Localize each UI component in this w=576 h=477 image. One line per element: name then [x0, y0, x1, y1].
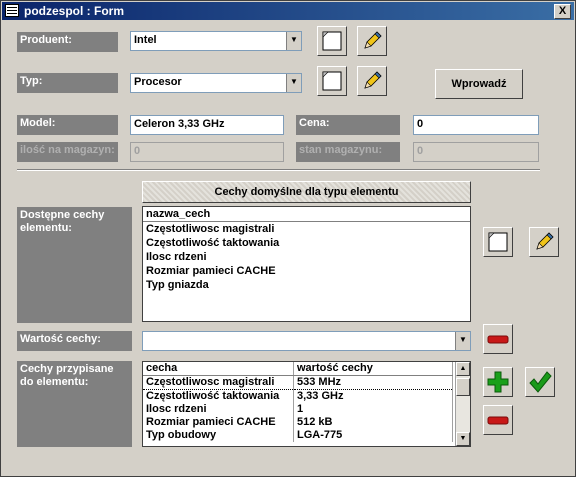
enter-button[interactable]: Wprowadź — [435, 69, 523, 99]
table-row[interactable]: Ilosc rdzeni 1 — [143, 403, 453, 416]
type-label: Typ: — [17, 73, 118, 93]
chevron-down-icon[interactable]: ▼ — [286, 74, 301, 92]
type-edit-button[interactable] — [357, 66, 387, 96]
model-field[interactable]: Celeron 3,33 GHz — [130, 115, 284, 135]
close-button[interactable]: X — [554, 4, 571, 19]
checkmark-icon — [529, 371, 552, 393]
column-header-feature[interactable]: cecha — [143, 362, 294, 376]
minus-icon — [487, 335, 509, 344]
table-cell[interactable]: 533 MHz — [293, 375, 453, 390]
table-cell[interactable]: Typ obudowy — [143, 429, 294, 442]
window-title: podzespol : Form — [24, 4, 124, 18]
table-cell[interactable]: 3,33 GHz — [293, 389, 453, 403]
scroll-down-icon[interactable]: ▼ — [456, 432, 470, 446]
remove-value-button[interactable] — [483, 324, 513, 354]
new-record-icon — [322, 71, 342, 91]
table-cell[interactable]: 1 — [293, 403, 453, 416]
title-bar: podzespol : Form X — [2, 2, 574, 20]
model-label: Model: — [17, 115, 118, 135]
edit-pencil-icon — [364, 71, 382, 89]
table-row[interactable]: Typ obudowy LGA-775 — [143, 429, 453, 442]
confirm-button[interactable] — [525, 367, 555, 397]
new-record-icon — [322, 31, 342, 51]
table-cell[interactable]: Częstotliwosc magistrali — [143, 375, 294, 390]
available-features-header: nazwa_cech — [143, 207, 470, 222]
remove-feature-button[interactable] — [483, 405, 513, 435]
edit-pencil-icon — [364, 31, 382, 49]
table-cell[interactable]: LGA-775 — [293, 429, 453, 442]
feature-edit-button[interactable] — [529, 227, 559, 257]
form-window: podzespol : Form X Produent: Intel ▼ Typ… — [0, 0, 576, 477]
plus-icon — [487, 371, 509, 393]
table-row[interactable]: Częstotliwość taktowania 3,33 GHz — [143, 389, 453, 403]
type-combo[interactable]: Procesor ▼ — [130, 73, 302, 93]
feature-value-label: Wartość cechy: — [17, 331, 132, 351]
new-record-icon — [488, 232, 508, 252]
form-icon — [5, 4, 19, 17]
add-feature-button[interactable] — [483, 367, 513, 397]
list-item[interactable]: Ilosc rdzeni — [143, 250, 470, 264]
table-row[interactable]: Częstotliwosc magistrali 533 MHz — [143, 375, 453, 390]
list-item[interactable]: Rozmiar pamieci CACHE — [143, 264, 470, 278]
scroll-up-icon[interactable]: ▲ — [456, 362, 470, 376]
vertical-scrollbar[interactable]: ▲ ▼ — [455, 362, 470, 446]
type-value: Procesor — [134, 76, 182, 88]
stock-field: 0 — [413, 142, 539, 162]
feature-value-combo[interactable]: ▼ — [142, 331, 471, 351]
producer-new-button[interactable] — [317, 26, 347, 56]
producer-label: Produent: — [17, 32, 118, 52]
table-row[interactable]: Rozmiar pamieci CACHE 512 kB — [143, 416, 453, 429]
available-features-label: Dostępne cechy elementu: — [17, 207, 132, 323]
list-item[interactable]: Typ gniazda — [143, 278, 470, 292]
price-field[interactable]: 0 — [413, 115, 539, 135]
price-label: Cena: — [296, 115, 400, 135]
chevron-down-icon[interactable]: ▼ — [455, 332, 470, 350]
list-item[interactable]: Częstotliwość taktowania — [143, 236, 470, 250]
default-features-button[interactable]: Cechy domyślne dla typu elementu — [142, 181, 471, 203]
list-item[interactable]: Częstotliwosc magistrali — [143, 222, 470, 236]
minus-icon — [487, 416, 509, 425]
assigned-features-label: Cechy przypisane do elementu: — [17, 361, 132, 447]
quantity-label: ilość na magazyn: — [17, 142, 118, 162]
available-features-list[interactable]: nazwa_cech Częstotliwosc magistrali Częs… — [142, 206, 471, 322]
table-cell[interactable]: Częstotliwość taktowania — [143, 389, 294, 403]
scroll-thumb[interactable] — [456, 378, 470, 396]
column-header-value[interactable]: wartość cechy — [293, 362, 453, 376]
type-new-button[interactable] — [317, 66, 347, 96]
table-cell[interactable]: Rozmiar pamieci CACHE — [143, 416, 294, 429]
table-cell[interactable]: 512 kB — [293, 416, 453, 429]
producer-value: Intel — [134, 34, 157, 46]
stock-label: stan magazynu: — [296, 142, 400, 162]
separator — [17, 169, 540, 171]
assigned-features-grid[interactable]: cecha wartość cechy Częstotliwosc magist… — [142, 361, 471, 447]
edit-pencil-icon — [536, 232, 554, 250]
quantity-field: 0 — [130, 142, 284, 162]
producer-edit-button[interactable] — [357, 26, 387, 56]
table-cell[interactable]: Ilosc rdzeni — [143, 403, 294, 416]
producer-combo[interactable]: Intel ▼ — [130, 31, 302, 51]
feature-new-button[interactable] — [483, 227, 513, 257]
chevron-down-icon[interactable]: ▼ — [286, 32, 301, 50]
